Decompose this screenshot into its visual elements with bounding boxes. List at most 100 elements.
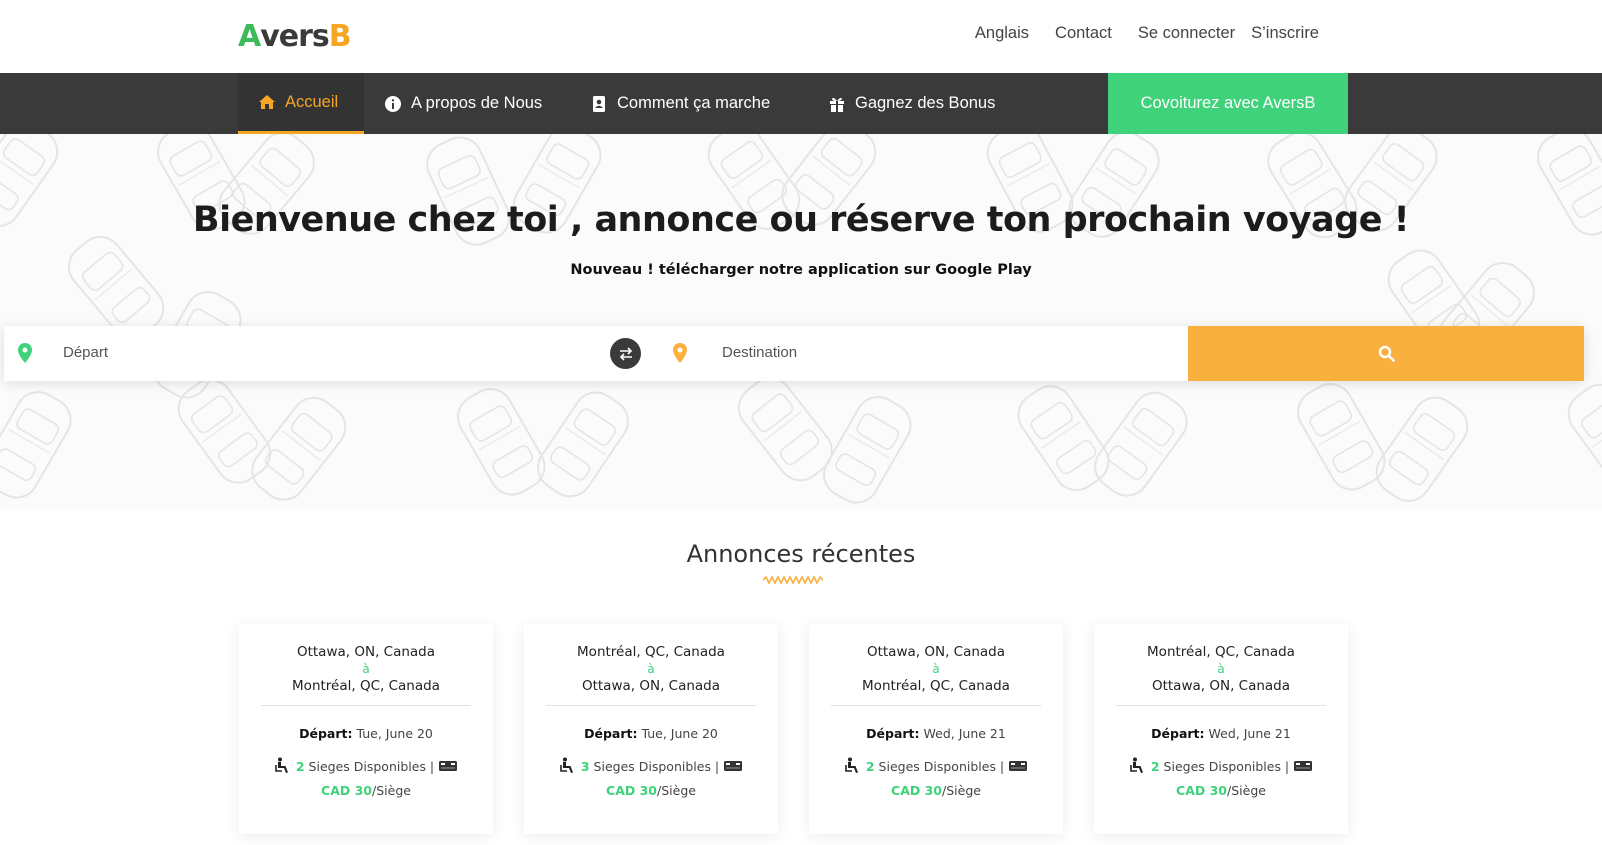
listing-departure: Départ: Tue, June 20 [524, 726, 778, 741]
gift-icon [828, 95, 846, 113]
price-unit: /Siège [372, 783, 411, 798]
ticket-icon [724, 761, 743, 771]
card-divider [261, 705, 471, 706]
price-amount: CAD 30 [891, 783, 943, 798]
title-wave-underline [763, 576, 823, 584]
listing-to-separator: à [362, 662, 370, 676]
address-book-icon [590, 95, 608, 113]
trip-search-bar: Départ Destination [4, 326, 1584, 381]
listing-card[interactable]: Montréal, QC, Canada à Ottawa, ON, Canada D… [1094, 624, 1348, 834]
nav-about-label: A propos de Nous [411, 94, 543, 112]
search-icon [1378, 345, 1395, 362]
price-unit: /Siège [942, 783, 981, 798]
listing-origin: Montréal, QC, Canada [1147, 644, 1295, 660]
seat-icon [275, 757, 288, 773]
seats-count: 3 [580, 758, 590, 774]
contact-link[interactable]: Contact [1055, 24, 1112, 43]
listing-card[interactable]: Montréal, QC, Canada à Ottawa, ON, Canada D… [524, 624, 778, 834]
listing-departure: Départ: Tue, June 20 [239, 726, 493, 741]
price-unit: /Siège [1227, 783, 1266, 798]
nav-how-label: Comment ça marche [617, 94, 771, 112]
ticket-icon [1009, 761, 1028, 771]
listing-destination: Ottawa, ON, Canada [1151, 678, 1291, 694]
price-amount: CAD 30 [1176, 783, 1228, 798]
main-nav: Accueil A propos de Nous Comment ça marc… [0, 73, 1602, 134]
listing-departure: Départ: Wed, June 21 [809, 726, 1063, 741]
listing-card[interactable]: Ottawa, ON, Canada à Montréal, QC, Canada D… [239, 624, 493, 834]
price-amount: CAD 30 [321, 783, 373, 798]
top-header: A vers B Anglais Contact Se connecter S’… [0, 0, 1602, 73]
login-link[interactable]: Se connecter [1138, 24, 1235, 43]
nav-item-bonus[interactable]: Gagnez des Bonus [828, 73, 995, 134]
seats-label: Sieges Disponibles | [308, 758, 435, 774]
listing-origin: Ottawa, ON, Canada [866, 644, 1006, 660]
departure-label: Départ: [584, 726, 638, 741]
listing-departure: Départ: Wed, June 21 [1094, 726, 1348, 741]
nav-item-about[interactable]: A propos de Nous [384, 73, 542, 134]
listing-destination: Ottawa, ON, Canada [581, 678, 721, 694]
car-pattern-background [0, 134, 1602, 509]
listing-seats: 2 Sieges Disponibles | [1094, 757, 1348, 775]
departure-date: Tue, June 20 [356, 726, 433, 741]
seat-icon [845, 757, 858, 773]
seat-icon [1130, 757, 1143, 773]
nav-item-how-it-works[interactable]: Comment ça marche [590, 73, 770, 134]
ticket-icon [439, 761, 458, 771]
swap-locations-button[interactable] [610, 338, 641, 369]
seats-label: Sieges Disponibles | [1163, 758, 1290, 774]
listing-price: CAD 30/Siège [239, 783, 493, 798]
departure-pin-icon [18, 343, 32, 363]
departure-label: Départ: [1151, 726, 1205, 741]
listing-origin: Ottawa, ON, Canada [296, 644, 436, 660]
seats-label: Sieges Disponibles | [878, 758, 1005, 774]
listing-to-separator: à [1217, 662, 1225, 676]
listing-price: CAD 30/Siège [524, 783, 778, 798]
carpool-cta-button[interactable]: Covoiturez avec AversB [1108, 73, 1348, 134]
departure-date: Wed, June 21 [1208, 726, 1291, 741]
listing-seats: 2 Sieges Disponibles | [239, 757, 493, 775]
departure-input[interactable]: Départ [63, 344, 108, 361]
nav-home-label: Accueil [285, 92, 339, 111]
home-icon [258, 93, 276, 111]
listing-seats: 2 Sieges Disponibles | [809, 757, 1063, 775]
listing-to-separator: à [932, 662, 940, 676]
departure-date: Wed, June 21 [923, 726, 1006, 741]
info-icon [384, 95, 402, 113]
language-link[interactable]: Anglais [975, 24, 1029, 43]
nav-bonus-label: Gagnez des Bonus [855, 94, 996, 112]
logo-letters-vers: vers [260, 19, 330, 54]
seats-count: 2 [1150, 758, 1160, 774]
listing-seats: 3 Sieges Disponibles | [524, 757, 778, 775]
listing-to-separator: à [647, 662, 655, 676]
hero-title: Bienvenue chez toi , annonce ou réserve … [192, 200, 1410, 240]
price-unit: /Siège [657, 783, 696, 798]
logo-letter-b: B [328, 19, 352, 54]
price-amount: CAD 30 [606, 783, 658, 798]
listing-price: CAD 30/Siège [1094, 783, 1348, 798]
departure-label: Départ: [299, 726, 353, 741]
seats-count: 2 [295, 758, 305, 774]
listing-card[interactable]: Ottawa, ON, Canada à Montréal, QC, Canada D… [809, 624, 1063, 834]
departure-date: Tue, June 20 [641, 726, 718, 741]
listing-origin: Montréal, QC, Canada [577, 644, 725, 660]
destination-pin-icon [673, 343, 687, 363]
nav-item-home[interactable]: Accueil [238, 73, 364, 134]
card-divider [546, 705, 756, 706]
recent-listings-title: Annonces récentes [686, 540, 916, 568]
signup-link[interactable]: S’inscrire [1251, 24, 1319, 43]
seat-icon [560, 757, 573, 773]
top-links: Anglais Contact Se connecter S’inscrire [949, 24, 1319, 43]
swap-arrows-icon [619, 346, 632, 361]
seats-label: Sieges Disponibles | [593, 758, 720, 774]
hero-section: Bienvenue chez toi , annonce ou réserve … [0, 134, 1602, 509]
destination-input[interactable]: Destination [722, 344, 797, 361]
card-divider [1116, 705, 1326, 706]
ticket-icon [1294, 761, 1313, 771]
seats-count: 2 [865, 758, 875, 774]
listing-destination: Montréal, QC, Canada [862, 678, 1010, 694]
departure-label: Départ: [866, 726, 920, 741]
search-button[interactable] [1188, 326, 1584, 381]
aversb-logo[interactable]: A vers B [238, 14, 352, 54]
hero-subtitle[interactable]: Nouveau ! télécharger notre application … [0, 262, 1602, 278]
card-divider [831, 705, 1041, 706]
